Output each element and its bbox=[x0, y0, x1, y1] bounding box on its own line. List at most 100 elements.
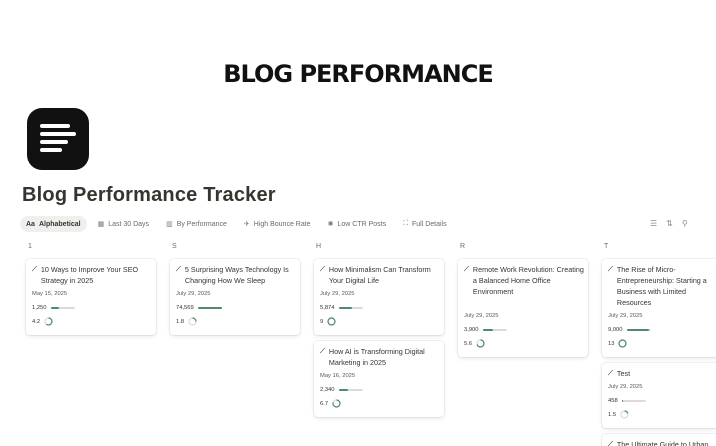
post-card[interactable]: ⟋ 5 Surprising Ways Technology Is Changin… bbox=[170, 259, 300, 335]
views-bar bbox=[338, 307, 363, 309]
rating-ring-icon bbox=[188, 317, 197, 326]
board-column: 1 ⟋ 10 Ways to Improve Your SEO Strategy i… bbox=[26, 243, 158, 335]
views-bar bbox=[197, 307, 222, 309]
post-rating: 9 bbox=[320, 317, 336, 326]
post-views: 3,900 bbox=[464, 327, 507, 333]
view-tabs: Aa Alphabetical ▦ Last 30 Days ▥ By Perf… bbox=[20, 216, 458, 232]
rating-ring-icon bbox=[327, 317, 336, 326]
post-date: May 16, 2025 bbox=[320, 373, 356, 379]
post-views: 74,569 bbox=[176, 305, 222, 311]
tab-alphabetical[interactable]: Aa Alphabetical bbox=[20, 216, 87, 232]
rating-value: 1.8 bbox=[176, 318, 185, 325]
rating-ring-icon bbox=[618, 339, 628, 348]
tab-label: Last 30 Days bbox=[108, 220, 150, 228]
column-header: T bbox=[604, 243, 609, 250]
tab-label: By Performance bbox=[176, 220, 227, 228]
expand-icon: ⛶ bbox=[403, 220, 408, 227]
post-title: ⟋ Test bbox=[608, 368, 716, 379]
views-bar-fill bbox=[626, 329, 650, 331]
chart-icon: ▥ bbox=[166, 221, 173, 228]
views-value: 9,000 bbox=[608, 327, 623, 333]
post-card[interactable]: ⟋ 10 Ways to Improve Your SEO Strategy in… bbox=[26, 259, 156, 335]
views-value: 74,569 bbox=[176, 305, 194, 311]
board-column: R ⟋ Remote Work Revolution: Creating a Bal… bbox=[458, 243, 590, 357]
post-title: ⟋ The Rise of Micro-Entrepreneurship: Sta… bbox=[608, 264, 716, 308]
calendar-icon: ▦ bbox=[97, 221, 105, 228]
views-bar-fill bbox=[621, 400, 623, 402]
post-views: 2,340 bbox=[320, 387, 363, 393]
post-rating: 6.7 bbox=[320, 399, 341, 408]
views-value: 5,874 bbox=[320, 305, 335, 311]
board-column: H ⟋ How Minimalism Can Transform Your Digi… bbox=[314, 243, 446, 417]
tab-by-performance[interactable]: ▥ By Performance bbox=[160, 216, 233, 232]
chart-line-icon: ⟋ bbox=[608, 266, 613, 273]
post-title: ⟋ The Ultimate Guide to Urban bbox=[608, 439, 716, 446]
post-rating: 13 bbox=[608, 339, 628, 348]
chart-line-icon: ⟋ bbox=[320, 348, 325, 355]
views-bar bbox=[626, 329, 651, 331]
post-card[interactable]: ⟋ How Minimalism Can Transform Your Digit… bbox=[314, 259, 444, 335]
chart-line-icon: ⟋ bbox=[320, 266, 325, 273]
column-header: 1 bbox=[28, 243, 32, 250]
views-bar-fill bbox=[338, 307, 352, 309]
rating-ring-icon bbox=[476, 339, 485, 348]
post-rating: 4.2 bbox=[32, 317, 53, 326]
rating-ring-icon bbox=[332, 399, 341, 408]
post-rating: 5.6 bbox=[464, 339, 485, 348]
board-column: S ⟋ 5 Surprising Ways Technology Is Changi… bbox=[170, 243, 302, 335]
post-views: 458 bbox=[608, 398, 646, 404]
rating-ring-fill bbox=[327, 317, 336, 326]
post-views: 5,874 bbox=[320, 305, 363, 311]
post-card[interactable]: ⟋ How AI is Transforming Digital Marketin… bbox=[314, 341, 444, 417]
post-rating: 1.5 bbox=[608, 410, 629, 419]
post-card[interactable]: ⟋ Remote Work Revolution: Creating a Bala… bbox=[458, 259, 588, 357]
views-value: 1,250 bbox=[32, 305, 47, 311]
post-title-text: Test bbox=[616, 369, 631, 378]
post-date: July 29, 2025 bbox=[608, 313, 643, 319]
tab-label: Low CTR Posts bbox=[337, 220, 387, 228]
airplane-icon: ✈ bbox=[243, 221, 250, 228]
tab-high-bounce-rate[interactable]: ✈ High Bounce Rate bbox=[238, 216, 317, 232]
rating-value: 9 bbox=[320, 318, 324, 325]
banner-title: BLOG PERFORMANCE bbox=[223, 60, 493, 88]
filter-icon[interactable]: ☰ bbox=[650, 219, 657, 228]
post-rating: 1.8 bbox=[176, 317, 197, 326]
tab-label: Full Details bbox=[411, 220, 447, 228]
search-icon[interactable]: ⚲ bbox=[682, 219, 688, 228]
post-card[interactable]: ⟋ The Rise of Micro-Entrepreneurship: Sta… bbox=[602, 259, 716, 357]
post-title-text: The Rise of Micro-Entrepreneurship: Star… bbox=[616, 265, 707, 307]
tab-last-30-days[interactable]: ▦ Last 30 Days bbox=[92, 216, 155, 232]
rating-ring-icon bbox=[44, 317, 53, 326]
post-views: 1,250 bbox=[32, 305, 75, 311]
post-title: ⟋ How AI is Transforming Digital Marketin… bbox=[320, 346, 442, 368]
views-bar-fill bbox=[50, 307, 59, 309]
rating-value: 1.5 bbox=[608, 411, 617, 418]
rating-ring-fill bbox=[618, 339, 628, 348]
rating-ring-icon bbox=[620, 410, 629, 419]
tab-low-ctr-posts[interactable]: ✺ Low CTR Posts bbox=[322, 216, 393, 232]
views-bar-fill bbox=[197, 307, 222, 309]
column-header: R bbox=[460, 243, 466, 250]
post-title-text: The Ultimate Guide to Urban bbox=[616, 440, 709, 446]
chart-line-icon: ⟋ bbox=[608, 441, 613, 446]
page-title: Blog Performance Tracker bbox=[22, 184, 276, 206]
post-title: ⟋ 5 Surprising Ways Technology Is Changin… bbox=[176, 264, 298, 286]
post-title: ⟋ 10 Ways to Improve Your SEO Strategy in… bbox=[32, 264, 154, 286]
column-header: H bbox=[316, 243, 322, 250]
post-title: ⟋ How Minimalism Can Transform Your Digit… bbox=[320, 264, 442, 286]
sort-icon[interactable]: ⇅ bbox=[666, 219, 673, 228]
post-title-text: 5 Surprising Ways Technology Is Changing… bbox=[184, 265, 289, 285]
post-card[interactable]: ⟋ Test July 29, 2025 458 1.5 bbox=[602, 363, 716, 428]
post-date: July 29, 2025 bbox=[608, 384, 643, 390]
views-value: 3,900 bbox=[464, 327, 479, 333]
post-date: July 29, 2025 bbox=[320, 291, 355, 297]
post-card[interactable]: ⟋ The Ultimate Guide to Urban bbox=[602, 434, 716, 446]
views-bar bbox=[338, 389, 363, 391]
tab-full-details[interactable]: ⛶ Full Details bbox=[397, 216, 453, 232]
views-bar-fill bbox=[482, 329, 494, 331]
views-bar bbox=[621, 400, 646, 402]
rating-value: 6.7 bbox=[320, 400, 329, 407]
views-bar-fill bbox=[338, 389, 349, 391]
post-date: May 15, 2025 bbox=[32, 291, 68, 297]
post-title-text: 10 Ways to Improve Your SEO Strategy in … bbox=[40, 265, 139, 285]
